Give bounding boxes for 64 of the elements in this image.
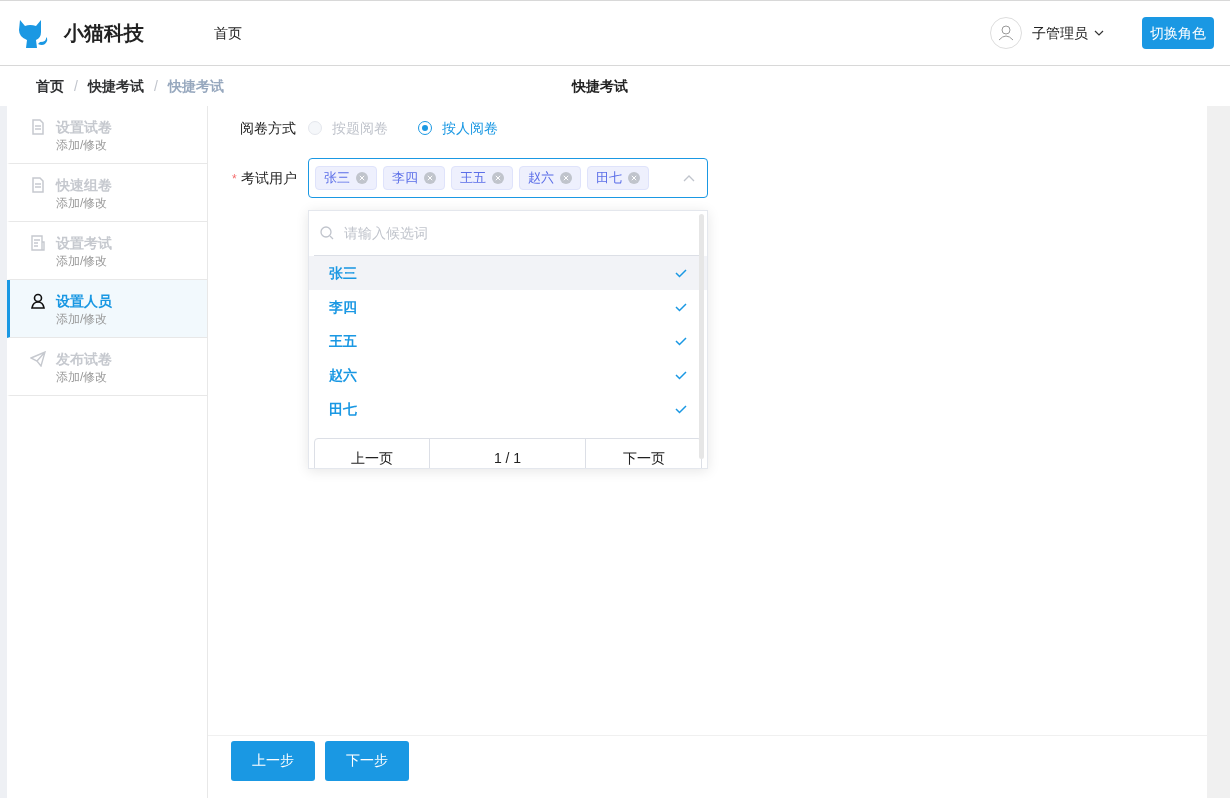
- person-icon: [30, 293, 46, 309]
- user-tag: 王五: [451, 166, 513, 190]
- page-indicator: 1 / 1: [430, 439, 586, 468]
- switch-role-button[interactable]: 切换角色: [1142, 17, 1214, 49]
- send-icon: [30, 351, 46, 367]
- step-subtitle: 添加/修改: [56, 369, 109, 386]
- user-tag: 李四: [383, 166, 445, 190]
- close-icon[interactable]: [356, 172, 368, 184]
- previous-step-button[interactable]: 上一步: [231, 740, 315, 781]
- step-title: 设置人员: [56, 292, 112, 310]
- user-menu[interactable]: 子管理员: [1032, 22, 1104, 44]
- step-title: 发布试卷: [56, 350, 112, 368]
- dropdown-option[interactable]: 张三: [309, 256, 707, 290]
- radio-option[interactable]: 按人阅卷: [418, 117, 498, 139]
- step-subtitle: 添加/修改: [56, 253, 109, 270]
- step-subtitle: 添加/修改: [56, 311, 109, 328]
- check-icon: [675, 404, 687, 414]
- nav-link[interactable]: 首页: [214, 22, 242, 44]
- step-title: 设置试卷: [56, 118, 112, 136]
- field-label: 阅卷方式: [239, 118, 297, 138]
- user-tag: 田七: [587, 166, 649, 190]
- close-icon[interactable]: [628, 172, 640, 184]
- close-icon[interactable]: [492, 172, 504, 184]
- check-icon: [675, 370, 687, 380]
- dropdown-option[interactable]: 王五: [309, 324, 707, 358]
- breadcrumb-item[interactable]: 快捷考试: [87, 75, 144, 97]
- step-item[interactable]: 设置人员 添加/修改: [7, 280, 207, 338]
- next-step-button[interactable]: 下一步: [325, 740, 409, 781]
- chevron-down-icon: [1094, 30, 1104, 36]
- step-item[interactable]: 设置试卷 添加/修改: [7, 106, 207, 164]
- check-icon: [675, 268, 687, 278]
- step-subtitle: 添加/修改: [56, 195, 109, 212]
- step-title: 设置考试: [56, 234, 112, 252]
- brand-name: 小猫科技: [64, 21, 145, 46]
- dropdown-option[interactable]: 赵六: [309, 358, 707, 392]
- check-icon: [675, 336, 687, 346]
- breadcrumb-item: 快捷考试: [167, 76, 224, 96]
- step-item[interactable]: 发布试卷 添加/修改: [7, 338, 207, 396]
- breadcrumb-item[interactable]: 首页: [36, 75, 64, 97]
- step-subtitle: 添加/修改: [56, 137, 109, 154]
- avatar-icon: [990, 17, 1022, 49]
- breadcrumb-separator: /: [153, 76, 158, 96]
- exam-icon: [30, 235, 46, 251]
- paper-icon: [30, 119, 46, 135]
- dropdown-option[interactable]: 李四: [309, 290, 707, 324]
- user-tag: 赵六: [519, 166, 581, 190]
- previous-page-button[interactable]: 上一页: [315, 439, 430, 468]
- step-title: 快速组卷: [56, 176, 112, 194]
- breadcrumb-separator: /: [74, 76, 78, 96]
- search-icon: [320, 226, 334, 240]
- search-field[interactable]: 请输入候选词: [344, 222, 644, 244]
- check-icon: [675, 302, 687, 312]
- user-select-field[interactable]: 张三 李四 王五 赵六 田七: [308, 158, 708, 198]
- step-item[interactable]: 快速组卷 添加/修改: [7, 164, 207, 222]
- next-page-button[interactable]: 下一页: [586, 439, 701, 468]
- dropdown-option[interactable]: 田七: [309, 392, 707, 426]
- user-tag: 张三: [315, 166, 377, 190]
- close-icon[interactable]: [424, 172, 436, 184]
- field-label: * 考试用户: [232, 169, 298, 188]
- paper-icon: [30, 177, 46, 193]
- close-icon[interactable]: [560, 172, 572, 184]
- page-title: 快捷考试: [572, 76, 628, 96]
- required-asterisk: *: [232, 172, 237, 186]
- chevron-up-icon: [683, 174, 695, 182]
